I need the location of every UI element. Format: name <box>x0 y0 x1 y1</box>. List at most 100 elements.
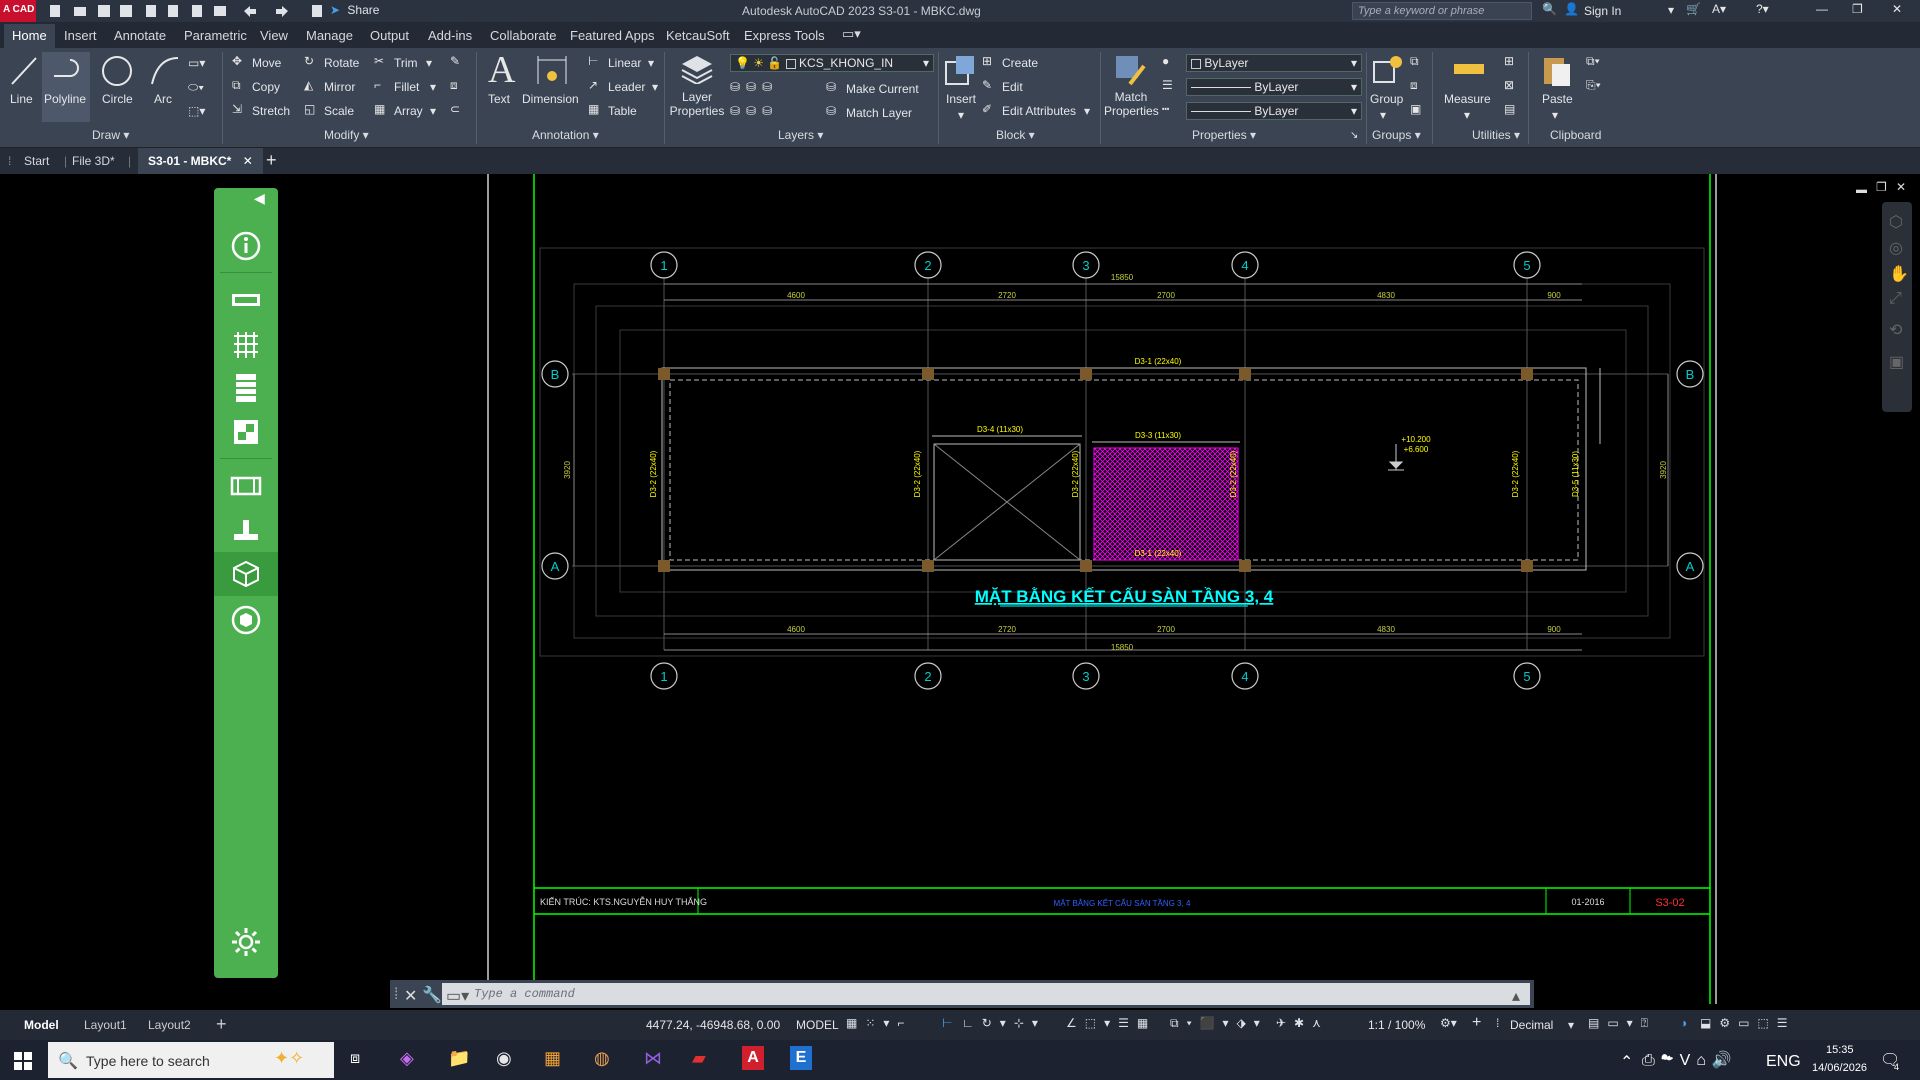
select-all-icon[interactable]: ⊠ <box>1504 78 1514 92</box>
clipboard-panel-label[interactable]: Clipboard <box>1550 128 1601 142</box>
edit-attributes-button[interactable]: Edit Attributes <box>1002 104 1076 118</box>
utilities-panel-label[interactable]: Utilities ▾ <box>1472 128 1520 142</box>
erase-icon[interactable]: ✎ <box>450 54 460 68</box>
palette-active-item[interactable] <box>214 552 278 596</box>
chevron-down-icon[interactable]: ▾ <box>1552 108 1558 122</box>
autocad-taskbar-icon[interactable]: A <box>742 1046 764 1070</box>
color-dropdown[interactable]: ByLayer ▾ <box>1186 54 1362 72</box>
layer-tools-row1-icons[interactable]: ⛁⛁⛁ <box>730 80 778 94</box>
drafting-toggles-icons[interactable]: ▦⁙▾⌐ <box>846 1016 912 1030</box>
chevron-down-icon[interactable]: ▾ <box>426 56 432 70</box>
fillet-button[interactable]: Fillet <box>394 80 419 94</box>
copilot-app-icon[interactable]: ◈ <box>400 1048 414 1069</box>
table-button[interactable]: Table <box>608 104 637 118</box>
tab-featured-apps[interactable]: Featured Apps <box>570 28 655 43</box>
layers-panel-label[interactable]: Layers ▾ <box>778 128 823 142</box>
annotation-scale[interactable]: 1:1 / 100% <box>1368 1018 1425 1032</box>
gradient-icon[interactable]: ⬚▾ <box>188 104 205 118</box>
chevron-down-icon[interactable]: ▾ <box>1568 1018 1574 1032</box>
new-tab-button[interactable]: + <box>266 150 277 171</box>
units-dropdown[interactable]: Decimal <box>1510 1018 1553 1032</box>
draw-panel-label[interactable]: Draw ▾ <box>92 128 129 142</box>
polyline-button[interactable]: Polyline <box>42 52 90 122</box>
app-icon-orange[interactable]: ▦ <box>544 1048 561 1069</box>
tab-s3-01-mbkc[interactable]: S3-01 - MBKC* ✕ <box>138 148 263 174</box>
chevron-down-icon[interactable]: ▾ <box>648 56 654 70</box>
close-icon[interactable]: ✕ <box>243 154 253 168</box>
selection-toggles-icons[interactable]: ⧉▾⬛▾⬗▾ <box>1170 1016 1268 1031</box>
linetype-dropdown[interactable]: ByLayer ▾ <box>1186 102 1362 120</box>
slab-icon[interactable] <box>230 416 262 448</box>
rectangle-icon[interactable]: ▭▾ <box>188 56 205 70</box>
linear-button[interactable]: Linear <box>608 56 641 70</box>
drawing-svg[interactable]: 1 2 3 4 5 1 2 3 4 5 B A B A 15850 4600 2… <box>0 174 1920 1004</box>
cut-icon[interactable]: ⎘▾ <box>1586 78 1601 93</box>
app-icon-circle[interactable]: ◍ <box>594 1048 610 1069</box>
isolate-icon[interactable]: ◑ <box>1680 1016 1687 1030</box>
hatch-icon[interactable]: ⬭▾ <box>188 80 204 95</box>
leader-button[interactable]: Leader <box>608 80 645 94</box>
pdf-app-icon[interactable]: ▰ <box>692 1048 706 1069</box>
chevron-up-icon[interactable]: ▴ <box>1512 986 1520 1006</box>
rebar-grid-icon[interactable] <box>230 328 262 360</box>
tab-output[interactable]: Output <box>370 28 409 43</box>
properties-panel-label[interactable]: Properties ▾ <box>1192 128 1256 142</box>
tab-parametric[interactable]: Parametric <box>184 28 247 43</box>
modify-panel-label[interactable]: Modify ▾ <box>324 128 369 142</box>
offset-icon[interactable]: ⊂ <box>450 102 460 116</box>
model-space-button[interactable]: MODEL <box>796 1018 839 1032</box>
circle-button[interactable]: Circle <box>102 92 133 106</box>
line-button[interactable]: Line <box>10 92 33 106</box>
calculator-icon[interactable]: ▤ <box>1504 102 1515 116</box>
ribbon-minimize-icon[interactable]: ▭▾ <box>842 26 861 42</box>
chrome-icon[interactable]: ◉ <box>496 1048 512 1069</box>
cart-icon[interactable]: 🛒 <box>1686 2 1701 16</box>
command-history-icon[interactable]: ▭▾ <box>446 986 469 1006</box>
info-icon[interactable] <box>230 230 262 262</box>
tab-annotate[interactable]: Annotate <box>114 28 166 43</box>
help-icon[interactable]: ?▾ <box>1756 2 1769 16</box>
close-icon[interactable]: ✕ <box>404 986 417 1006</box>
etabs-taskbar-icon[interactable]: E <box>790 1046 812 1070</box>
group-button[interactable]: Group <box>1370 92 1403 106</box>
restore-icon[interactable]: ❐ <box>1852 2 1863 16</box>
taskbar-search[interactable]: 🔍 Type here to search ✦✧ <box>48 1042 334 1078</box>
block-panel-label[interactable]: Block ▾ <box>996 128 1035 142</box>
viewcube-icon[interactable]: ⬡ <box>1889 212 1903 232</box>
sign-in-button[interactable]: Sign In <box>1584 4 1621 18</box>
workspace-gear-icon[interactable]: ⚙▾ <box>1440 1016 1457 1030</box>
chevron-down-icon[interactable]: ▾ <box>1380 108 1386 122</box>
edit-block-button[interactable]: Edit <box>1002 80 1023 94</box>
paste-button[interactable]: Paste <box>1542 92 1573 106</box>
search-icon[interactable]: 🔍 <box>1542 2 1557 16</box>
osnap-toggles-icons[interactable]: ∠⬚▾☰▦ <box>1066 1016 1156 1030</box>
array-button[interactable]: Array <box>394 104 423 118</box>
status-tools-icons[interactable]: ▤▭▾⍰ <box>1588 1016 1656 1031</box>
chevron-down-icon[interactable]: ▾ <box>1084 104 1090 118</box>
measure-button[interactable]: Measure <box>1444 92 1491 106</box>
insert-button[interactable]: Insert <box>946 92 976 106</box>
move-button[interactable]: Move <box>252 56 281 70</box>
grip-icon[interactable]: ⁞ <box>394 986 398 1004</box>
make-current-button[interactable]: Make Current <box>846 82 919 96</box>
share-button[interactable]: ➤ Share <box>330 3 379 17</box>
rotate-button[interactable]: Rotate <box>324 56 359 70</box>
minimize-icon[interactable]: — <box>1816 2 1828 16</box>
chevron-down-icon[interactable]: ▾ <box>430 80 436 94</box>
tab-layout2[interactable]: Layout2 <box>148 1018 191 1032</box>
close-icon[interactable]: ✕ <box>1892 2 1902 16</box>
chevron-up-icon[interactable]: ⌃ <box>1620 1052 1633 1072</box>
tab-model[interactable]: Model <box>24 1018 59 1032</box>
group-edit-icon[interactable]: ⧈ <box>1410 78 1418 93</box>
zoom-icon[interactable]: ⤢ <box>1889 290 1902 308</box>
chevron-down-icon[interactable]: ▾ <box>1464 108 1470 122</box>
tab-file-3d[interactable]: File 3D* <box>72 154 115 168</box>
lineweight-dropdown[interactable]: ByLayer ▾ <box>1186 78 1362 96</box>
layer-properties-button[interactable]: Layer Properties <box>668 90 726 118</box>
quick-select-icon[interactable]: ⊞ <box>1504 54 1514 68</box>
customize-icon[interactable]: 🔧 <box>422 985 442 1005</box>
plus-icon[interactable]: + <box>1472 1014 1481 1032</box>
search-input[interactable]: Type a keyword or phrase <box>1352 2 1532 20</box>
tab-ketcausoft[interactable]: KetcauSoft <box>666 28 730 43</box>
visual-studio-icon[interactable]: ⋈ <box>644 1048 662 1069</box>
